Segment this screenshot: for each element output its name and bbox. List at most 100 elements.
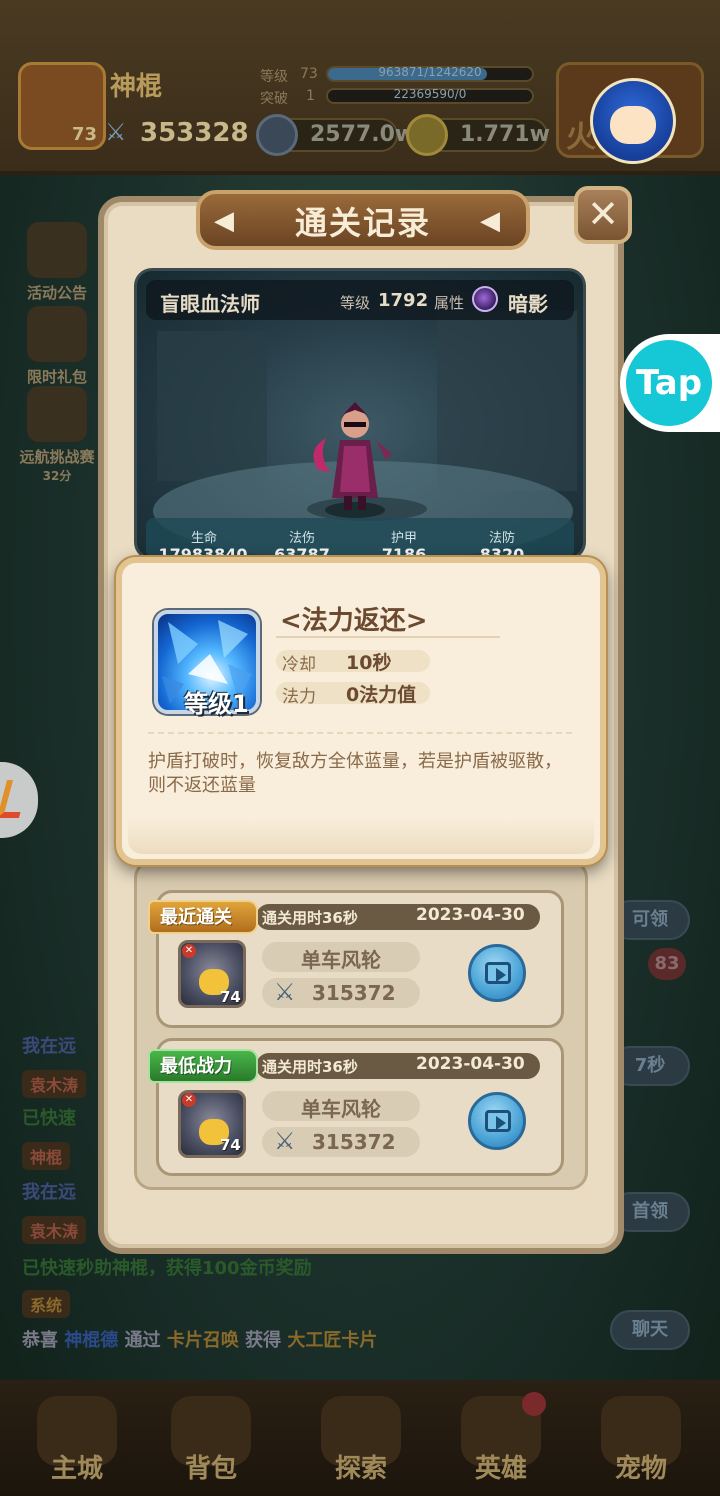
sword-icon: ⚔ (274, 1127, 296, 1155)
nav-label: 探索 (334, 1454, 387, 1484)
nav-heroes[interactable]: 英雄 (446, 1392, 556, 1492)
sidebar-item-gift[interactable]: 限时礼包 (12, 306, 102, 387)
nav-pets[interactable]: 宠物 (586, 1396, 696, 1492)
hero-level: 74 (220, 1136, 241, 1154)
video-play-icon (485, 962, 511, 984)
level-exp-bar: 963871/1242620 (326, 65, 534, 82)
cooldown-label: 冷却 (282, 655, 316, 675)
silver-currency[interactable]: 2577.0w (256, 114, 415, 156)
gift-icon (27, 306, 87, 362)
chat-line: 已快速秒助神棍，获得100金币奖励 (22, 1258, 312, 1279)
break-exp-bar: 22369590/0 (326, 87, 534, 104)
mana-label: 法力 (282, 687, 316, 707)
record-power: 315372 (312, 981, 396, 1005)
tap-logo[interactable]: Tap (626, 340, 712, 426)
player-power: 353328 (140, 118, 249, 148)
skill-separator (148, 732, 572, 734)
chat-line: 系统 (22, 1290, 78, 1318)
nav-explore[interactable]: 探索 (306, 1396, 416, 1492)
system-msg-name: 神棍德 (64, 1330, 119, 1351)
record-date: 2023-04-30 (416, 905, 525, 925)
silver-amount: 2577.0w (310, 122, 416, 147)
boss-attribute: 暗影 (508, 292, 548, 316)
announcement-icon (27, 222, 87, 278)
chat-line: 已快速 (22, 1108, 76, 1129)
skill-divider (276, 636, 500, 638)
silver-coin-icon (256, 114, 298, 156)
close-icon: ✕ (182, 1093, 196, 1107)
record-clear-time: 通关用时36秒 (262, 1058, 358, 1076)
close-button[interactable]: ✕ (574, 186, 632, 244)
player-level: 73 (72, 124, 98, 145)
chat-line: 袁木涛 (22, 1070, 94, 1098)
skill-level: 等级1 (184, 690, 249, 718)
notification-badge: 83 (648, 948, 686, 980)
break-label: 突破 (260, 91, 288, 107)
boss-stat-label: 法防 (488, 531, 515, 546)
boss-level: 1792 (378, 290, 429, 311)
chat-sender-tag: 系统 (22, 1290, 71, 1318)
chat-sender-tag: 袁木涛 (22, 1216, 87, 1244)
nav-label: 英雄 (474, 1454, 527, 1484)
break-exp-text: 22369590/0 (393, 87, 467, 101)
sidebar-item-sub: 32分 (42, 469, 72, 483)
boss-stat-label: 生命 (190, 531, 217, 546)
sidebar-item-announcement[interactable]: 活动公告 (12, 222, 102, 303)
record-date: 2023-04-30 (416, 1054, 525, 1074)
level-value: 73 (300, 66, 318, 82)
boss-level-label: 等级 (340, 294, 371, 312)
notification-dot (522, 1392, 546, 1416)
boss-character (313, 402, 392, 518)
sidebar-item-label: 远航挑战赛 (19, 448, 95, 466)
player-name: 神棍 (110, 72, 163, 102)
system-msg-source: 卡片召唤 (166, 1330, 239, 1351)
system-message: 恭喜 神棍德 通过 卡片召唤 获得 大工匠卡片 (22, 1326, 377, 1352)
chat-line: 我在远 (22, 1182, 76, 1203)
level-exp-text: 963871/1242620 (378, 65, 482, 79)
sidebar-item-label: 限时礼包 (26, 368, 87, 386)
replay-button[interactable] (468, 944, 526, 1002)
close-icon: ✕ (182, 944, 196, 958)
boss-name: 盲眼血法师 (160, 292, 260, 316)
sword-icon: ⚔ (274, 978, 296, 1006)
record-player-name: 单车风轮 (301, 1097, 381, 1121)
sidebar-item-label: 活动公告 (26, 284, 87, 302)
nav-label: 背包 (184, 1454, 237, 1484)
boss-stat-label: 法伤 (288, 531, 315, 546)
mascot-face (610, 106, 656, 144)
panel-title: 通关记录 (294, 204, 431, 242)
replay-button[interactable] (468, 1092, 526, 1150)
gold-currency[interactable]: 1.771w (406, 114, 550, 156)
record-power: 315372 (312, 1130, 396, 1154)
system-msg-mid: 获得 (245, 1330, 282, 1351)
tooltip-ground-decoration (128, 818, 594, 854)
hero-level: 74 (220, 988, 241, 1006)
chat-line: 神棍 (22, 1142, 78, 1170)
chat-sender-tag: 袁木涛 (22, 1070, 87, 1098)
system-msg-prefix: 恭喜 (22, 1330, 58, 1351)
video-play-icon (485, 1110, 511, 1132)
nav-backpack[interactable]: 背包 (156, 1396, 266, 1492)
chat-button[interactable]: 聊天 (610, 1310, 690, 1350)
record-tag-lowest-power: 最低战力 (148, 1049, 258, 1083)
system-msg-item: 大工匠卡片 (287, 1330, 378, 1351)
skill-description: 护盾打破时，恢复敌方全体蓝量，若是护盾被驱散，则不返还蓝量 (148, 751, 562, 796)
gold-coin-icon (406, 114, 448, 156)
break-value: 1 (306, 88, 315, 104)
system-msg-mid: 通过 (124, 1330, 161, 1351)
level-label: 等级 (260, 69, 288, 85)
record-player-name: 单车风轮 (301, 948, 381, 972)
skill-name: <法力返还> (280, 606, 428, 636)
voyage-icon (27, 386, 87, 442)
boss-stat-label: 护甲 (390, 531, 417, 546)
sidebar-item-voyage[interactable]: 远航挑战赛 32分 (12, 386, 102, 484)
record-clear-time: 通关用时36秒 (262, 909, 358, 927)
chat-line: 袁木涛 (22, 1216, 94, 1244)
cooldown-value: 10秒 (346, 652, 392, 674)
boss-attribute-label: 属性 (434, 294, 465, 312)
record-tag-recent: 最近通关 (148, 900, 258, 934)
shadow-element-icon (472, 286, 498, 312)
mana-value: 0法力值 (346, 684, 417, 706)
nav-main-city[interactable]: 主城 (22, 1396, 132, 1492)
chat-line: 我在远 (22, 1036, 76, 1057)
